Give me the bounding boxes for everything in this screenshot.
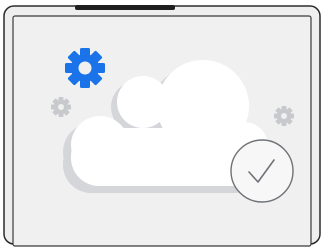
illustration-stage [0, 0, 324, 250]
gear-icon [51, 97, 71, 117]
gear-icon [274, 106, 294, 126]
frame-top-bar [75, 5, 175, 10]
gear-icon [65, 48, 105, 88]
cloud-sync-illustration [3, 5, 321, 247]
checkmark-icon [230, 139, 294, 203]
